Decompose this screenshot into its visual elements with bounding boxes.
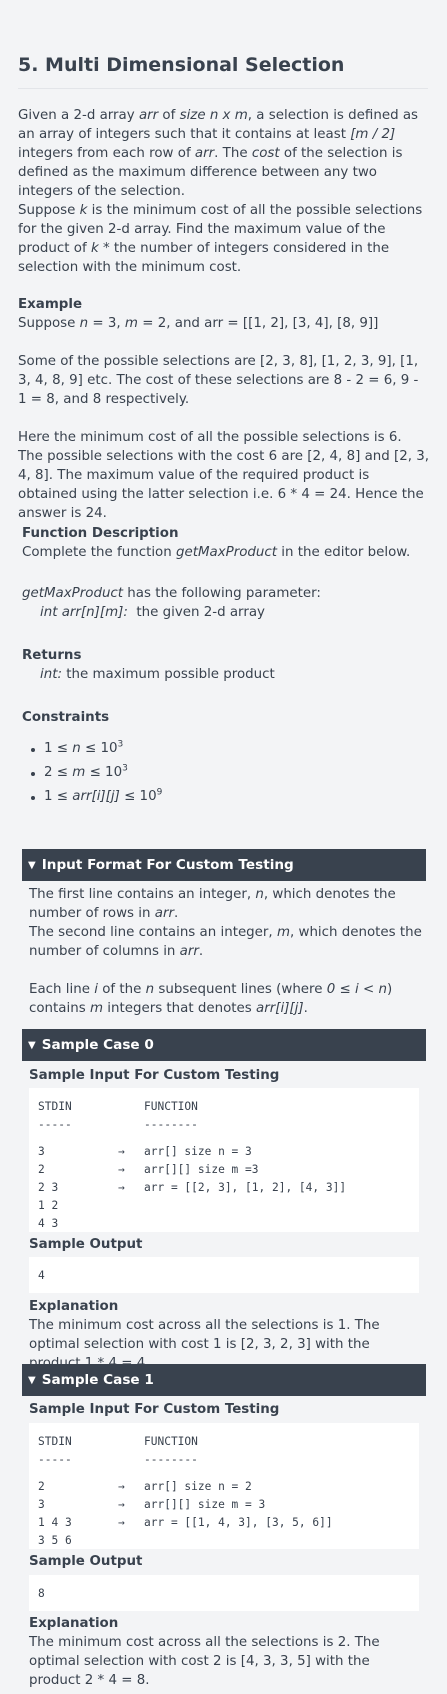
chevron-down-icon: ▼ (28, 1040, 36, 1051)
intro-paragraph: Given a 2-d array arr of size n x m, a s… (18, 108, 419, 199)
example-answer: Here the minimum cost of all the possibl… (18, 430, 430, 521)
example-selections: Some of the possible selections are [2, … (18, 354, 419, 407)
sample-output-box: 4 (29, 1257, 419, 1293)
constraints-heading: Constraints (22, 710, 110, 725)
problem-page: 5. Multi Dimensional Selection Given a 2… (0, 0, 447, 1694)
function-heading: Function Description (22, 526, 179, 541)
explanation-label: Explanation (29, 1299, 119, 1314)
sample-input-box: STDIN FUNCTION ----- -------- 2 → arr[] size… (29, 1423, 419, 1549)
example-heading: Example (18, 297, 83, 312)
sample-output-box: 8 (29, 1575, 419, 1611)
sample-case-0-toggle[interactable]: ▼ Sample Case 0 (22, 1029, 426, 1061)
example-line: Suppose n = 3, m = 2, and arr = [[1, 2],… (18, 316, 379, 331)
function-params: getMaxProduct has the following paramete… (22, 586, 321, 620)
example-section: Example Suppose n = 3, m = 2, and arr = … (18, 295, 430, 333)
page-title: 5. Multi Dimensional Selection (18, 52, 428, 89)
sample-input-label: Sample Input For Custom Testing (29, 1068, 280, 1083)
chevron-down-icon: ▼ (28, 1375, 36, 1386)
suppose-paragraph: Suppose k is the minimum cost of all the… (18, 203, 423, 275)
sample-case-1-toggle[interactable]: ▼ Sample Case 1 (22, 1364, 426, 1396)
returns-heading: Returns (22, 648, 82, 663)
sample-output-label: Sample Output (29, 1554, 143, 1569)
input-format-toggle[interactable]: ▼ Input Format For Custom Testing (22, 849, 426, 881)
constraint-n: 1 ≤ n ≤ 103 (22, 739, 434, 763)
chevron-down-icon: ▼ (28, 860, 36, 871)
sample-input-label: Sample Input For Custom Testing (29, 1402, 280, 1417)
constraint-m: 2 ≤ m ≤ 103 (22, 763, 434, 787)
returns-section: Returns int: the maximum possible produc… (22, 646, 434, 684)
constraints-section: Constraints 1 ≤ n ≤ 103 2 ≤ m ≤ 103 1 ≤ … (22, 708, 434, 811)
function-description: Function Description Complete the functi… (22, 524, 434, 562)
sample-output-label: Sample Output (29, 1237, 143, 1252)
sample-input-box: STDIN FUNCTION ----- -------- 3 → arr[] size… (29, 1088, 419, 1232)
constraint-arr: 1 ≤ arr[i][j] ≤ 109 (22, 787, 434, 811)
explanation-text: The minimum cost across all the selectio… (29, 1635, 380, 1688)
explanation-label: Explanation (29, 1616, 119, 1631)
input-format-body: The first line contains an integer, n, w… (29, 887, 422, 1016)
